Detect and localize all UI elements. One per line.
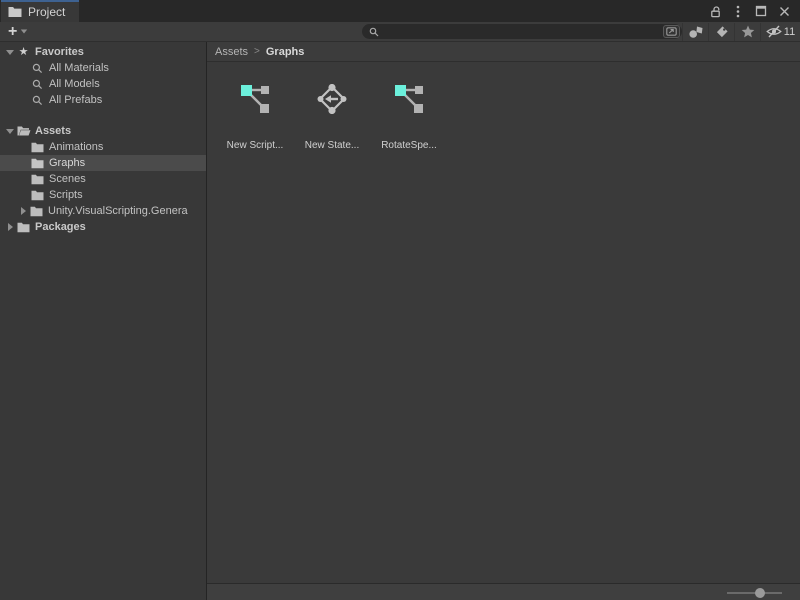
dropdown-caret-icon [21,30,27,34]
folder-icon [29,206,44,217]
sidebar-item-packages[interactable]: Packages [0,219,206,235]
chevron-right-icon[interactable] [4,223,16,231]
hidden-packages-toggle[interactable]: 11 [760,23,800,41]
sidebar-item-unity-visualscripting-generated[interactable]: Unity.VisualScripting.Genera [0,203,206,219]
sidebar-item-all-models[interactable]: All Models [0,76,206,92]
folder-tree[interactable]: Favorites All Materials All Models All P… [0,42,207,600]
breadcrumb-graphs[interactable]: Graphs [266,46,305,58]
eye-slash-icon [766,25,782,38]
project-window: Project + [0,0,800,600]
filter-by-label-icon[interactable] [708,23,734,41]
unlock-icon[interactable] [707,3,723,19]
sidebar-item-all-materials[interactable]: All Materials [0,60,206,76]
sidebar-item-all-prefabs[interactable]: All Prefabs [0,92,206,108]
asset-label: New State... [305,140,359,151]
sidebar-item-graphs[interactable]: Graphs [0,155,206,171]
hidden-count: 11 [784,26,795,38]
folder-icon [30,142,45,153]
search-icon [30,79,45,90]
search-icon [30,95,45,106]
folder-open-icon [16,125,31,137]
open-search-panel-icon[interactable] [663,25,680,38]
sidebar-item-assets[interactable]: Assets [0,123,206,139]
asset-panel: Assets > Graphs New Script. [207,42,800,600]
filter-by-type-icon[interactable] [682,23,708,41]
tab-strip: Project [0,0,800,22]
create-asset-button[interactable]: + [8,24,28,40]
folder-icon [30,158,45,169]
sidebar-item-animations[interactable]: Animations [0,139,206,155]
folder-icon [30,190,45,201]
asset-item-rotatespe[interactable]: RotateSpe... [377,84,441,151]
search-icon [30,63,45,74]
close-icon[interactable] [776,3,792,19]
plus-icon: + [8,24,17,40]
favorites-star-icon[interactable] [734,23,760,41]
script-graph-icon [394,84,424,114]
kebab-menu-icon[interactable] [730,3,746,19]
sidebar-item-scripts[interactable]: Scripts [0,187,206,203]
project-toolbar: + 11 [0,22,800,42]
maximize-icon[interactable] [753,3,769,19]
zoom-slider[interactable] [727,584,782,600]
folder-icon [30,174,45,185]
chevron-right-icon[interactable] [17,207,29,215]
breadcrumb-separator: > [254,46,260,57]
asset-item-new-script[interactable]: New Script... [223,84,287,151]
folder-icon [16,222,31,233]
project-browser: Favorites All Materials All Models All P… [0,42,800,600]
search-field[interactable] [362,24,682,39]
window-controls [707,0,800,22]
breadcrumb: Assets > Graphs [207,42,800,62]
asset-label: New Script... [227,140,284,151]
star-icon [16,47,31,58]
search-input[interactable] [383,24,663,39]
tab-label: Project [28,5,65,19]
zoom-slider-thumb[interactable] [755,588,765,598]
tab-project[interactable]: Project [1,0,79,22]
script-graph-icon [240,84,270,114]
asset-item-new-state[interactable]: New State... [300,84,364,151]
sidebar-item-favorites[interactable]: Favorites [0,44,206,60]
chevron-down-icon[interactable] [4,129,16,134]
chevron-down-icon[interactable] [4,50,16,55]
folder-icon [8,6,22,18]
state-graph-icon [317,84,347,114]
search-icon [369,27,379,37]
status-bar [207,583,800,600]
asset-label: RotateSpe... [381,140,437,151]
asset-grid[interactable]: New Script... New S [207,62,800,583]
breadcrumb-assets[interactable]: Assets [215,46,248,58]
sidebar-item-scenes[interactable]: Scenes [0,171,206,187]
